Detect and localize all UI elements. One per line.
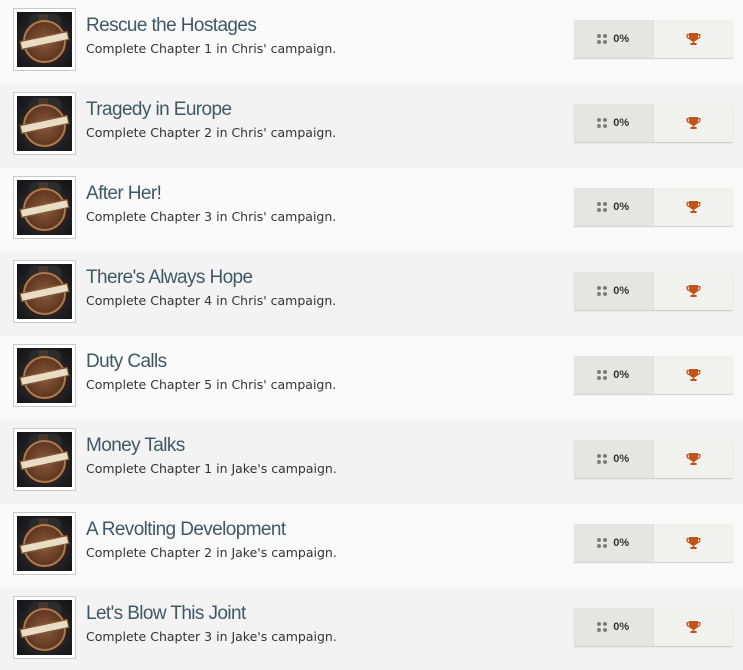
achievement-description: Complete Chapter 3 in Jake's campaign. <box>86 629 337 644</box>
unlock-percent-button[interactable]: 0% <box>574 524 654 562</box>
achievement-title[interactable]: After Her! <box>86 183 162 205</box>
chapter-badge-image <box>17 12 72 67</box>
achievement-stats: 0% <box>574 524 733 562</box>
achievement-description: Complete Chapter 5 in Chris' campaign. <box>86 377 337 392</box>
chapter-badge-image <box>17 600 72 655</box>
achievement-row: There's Always Hope Complete Chapter 4 i… <box>0 252 743 336</box>
trophy-button[interactable] <box>653 104 733 142</box>
unlock-percent: 0% <box>613 285 630 297</box>
achievement-description: Complete Chapter 2 in Jake's campaign. <box>86 545 337 560</box>
achievement-title[interactable]: Tragedy in Europe <box>86 99 232 121</box>
unlock-percent: 0% <box>613 33 630 45</box>
achievement-image[interactable] <box>13 428 76 491</box>
achievement-stats: 0% <box>574 20 733 58</box>
dots-icon <box>597 33 608 45</box>
unlock-percent-button[interactable]: 0% <box>574 356 654 394</box>
achievement-title[interactable]: There's Always Hope <box>86 267 253 289</box>
bronze-trophy-icon <box>686 33 701 45</box>
achievement-row: A Revolting Development Complete Chapter… <box>0 504 743 588</box>
achievement-image[interactable] <box>13 176 76 239</box>
bronze-trophy-icon <box>686 453 701 465</box>
achievement-title[interactable]: A Revolting Development <box>86 519 286 541</box>
achievement-image[interactable] <box>13 8 76 71</box>
chapter-badge-image <box>17 180 72 235</box>
trophy-button[interactable] <box>653 440 733 478</box>
dots-icon <box>597 201 608 213</box>
achievement-image[interactable] <box>13 92 76 155</box>
achievement-image[interactable] <box>13 260 76 323</box>
unlock-percent-button[interactable]: 0% <box>574 272 654 310</box>
unlock-percent: 0% <box>613 621 630 633</box>
achievement-stats: 0% <box>574 440 733 478</box>
achievement-title[interactable]: Rescue the Hostages <box>86 15 257 37</box>
achievement-stats: 0% <box>574 356 733 394</box>
trophy-button[interactable] <box>653 188 733 226</box>
trophy-button[interactable] <box>653 356 733 394</box>
achievement-row: Rescue the Hostages Complete Chapter 1 i… <box>0 0 743 84</box>
unlock-percent-button[interactable]: 0% <box>574 20 654 58</box>
dots-icon <box>597 369 608 381</box>
achievement-description: Complete Chapter 2 in Chris' campaign. <box>86 125 337 140</box>
achievement-row: Tragedy in Europe Complete Chapter 2 in … <box>0 84 743 168</box>
achievement-row: Let's Blow This Joint Complete Chapter 3… <box>0 588 743 670</box>
bronze-trophy-icon <box>686 285 701 297</box>
achievement-stats: 0% <box>574 104 733 142</box>
achievement-title[interactable]: Duty Calls <box>86 351 167 373</box>
achievement-image[interactable] <box>13 596 76 659</box>
bronze-trophy-icon <box>686 201 701 213</box>
dots-icon <box>597 537 608 549</box>
achievement-description: Complete Chapter 1 in Chris' campaign. <box>86 41 337 56</box>
unlock-percent: 0% <box>613 369 630 381</box>
trophy-button[interactable] <box>653 272 733 310</box>
chapter-badge-image <box>17 516 72 571</box>
dots-icon <box>597 117 608 129</box>
bronze-trophy-icon <box>686 621 701 633</box>
achievement-row: Money Talks Complete Chapter 1 in Jake's… <box>0 420 743 504</box>
trophy-button[interactable] <box>653 524 733 562</box>
achievement-stats: 0% <box>574 188 733 226</box>
trophy-button[interactable] <box>653 20 733 58</box>
unlock-percent: 0% <box>613 117 630 129</box>
achievement-row: After Her! Complete Chapter 3 in Chris' … <box>0 168 743 252</box>
dots-icon <box>597 621 608 633</box>
unlock-percent: 0% <box>613 201 630 213</box>
achievement-list: Rescue the Hostages Complete Chapter 1 i… <box>0 0 743 670</box>
achievement-description: Complete Chapter 4 in Chris' campaign. <box>86 293 337 308</box>
achievement-image[interactable] <box>13 512 76 575</box>
chapter-badge-image <box>17 96 72 151</box>
achievement-description: Complete Chapter 3 in Chris' campaign. <box>86 209 337 224</box>
achievement-image[interactable] <box>13 344 76 407</box>
trophy-button[interactable] <box>653 608 733 646</box>
dots-icon <box>597 453 608 465</box>
unlock-percent: 0% <box>613 537 630 549</box>
achievement-description: Complete Chapter 1 in Jake's campaign. <box>86 461 337 476</box>
bronze-trophy-icon <box>686 117 701 129</box>
unlock-percent-button[interactable]: 0% <box>574 188 654 226</box>
dots-icon <box>597 285 608 297</box>
chapter-badge-image <box>17 432 72 487</box>
bronze-trophy-icon <box>686 369 701 381</box>
chapter-badge-image <box>17 348 72 403</box>
chapter-badge-image <box>17 264 72 319</box>
unlock-percent: 0% <box>613 453 630 465</box>
unlock-percent-button[interactable]: 0% <box>574 104 654 142</box>
achievement-title[interactable]: Let's Blow This Joint <box>86 603 246 625</box>
achievement-stats: 0% <box>574 608 733 646</box>
achievement-title[interactable]: Money Talks <box>86 435 185 457</box>
bronze-trophy-icon <box>686 537 701 549</box>
unlock-percent-button[interactable]: 0% <box>574 608 654 646</box>
achievement-stats: 0% <box>574 272 733 310</box>
achievement-row: Duty Calls Complete Chapter 5 in Chris' … <box>0 336 743 420</box>
unlock-percent-button[interactable]: 0% <box>574 440 654 478</box>
